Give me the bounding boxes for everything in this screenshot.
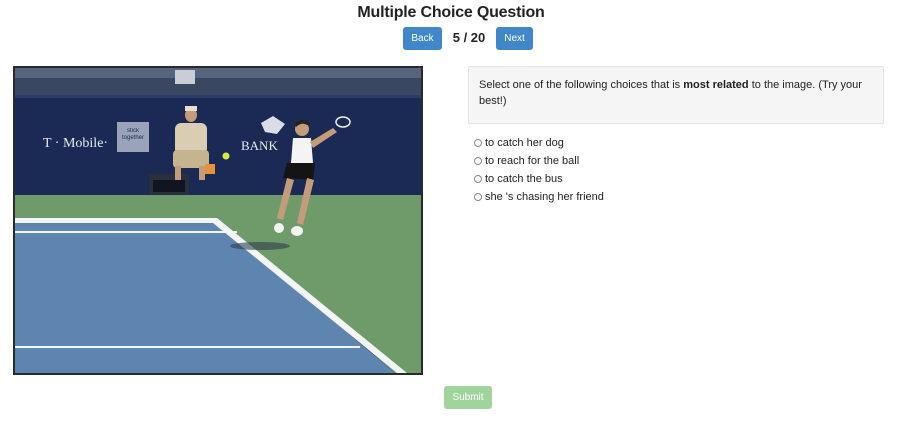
- next-button[interactable]: Next: [496, 27, 533, 50]
- radio-button[interactable]: [474, 193, 482, 201]
- question-prompt: Select one of the following choices that…: [468, 66, 884, 124]
- question-navigation: Back 5 / 20 Next: [0, 27, 902, 51]
- choice-option[interactable]: she 's chasing her friend: [474, 188, 604, 206]
- tennis-photo: T · Mobile· stick together BANK: [15, 68, 421, 373]
- ad-text-bank: BANK: [241, 138, 278, 153]
- tennis-ball: [222, 152, 230, 160]
- choice-list: to catch her dog to reach for the ball t…: [474, 134, 604, 206]
- radio-button[interactable]: [474, 157, 482, 165]
- radio-button[interactable]: [474, 175, 482, 183]
- prompt-emphasis: most related: [683, 79, 749, 91]
- radio-button[interactable]: [474, 139, 482, 147]
- question-image: T · Mobile· stick together BANK: [13, 66, 423, 375]
- ad-text-sticktogether: stick together: [121, 128, 145, 141]
- choice-label: she 's chasing her friend: [485, 191, 604, 203]
- submit-button[interactable]: Submit: [444, 386, 492, 409]
- ad-text-tmobile: T · Mobile·: [43, 136, 108, 151]
- choice-option[interactable]: to catch her dog: [474, 134, 604, 152]
- back-button[interactable]: Back: [403, 27, 442, 50]
- prompt-text: Select one of the following choices that…: [479, 79, 684, 91]
- choice-option[interactable]: to reach for the ball: [474, 152, 604, 170]
- page-title: Multiple Choice Question: [357, 4, 545, 21]
- choice-label: to catch her dog: [485, 137, 564, 149]
- question-counter: 5 / 20: [452, 30, 486, 45]
- choice-option[interactable]: to catch the bus: [474, 170, 604, 188]
- choice-label: to reach for the ball: [485, 155, 580, 167]
- choice-label: to catch the bus: [485, 173, 563, 185]
